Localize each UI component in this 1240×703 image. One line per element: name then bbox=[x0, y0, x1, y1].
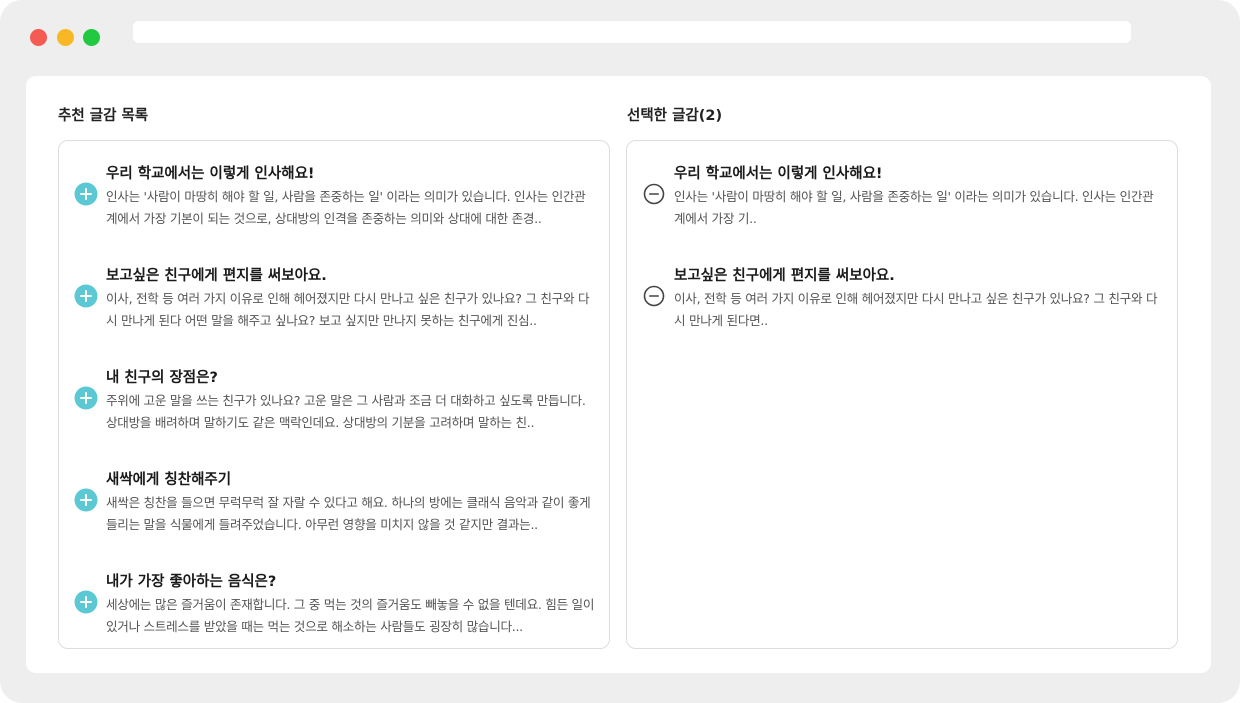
add-topic-button[interactable] bbox=[74, 284, 98, 308]
topic-description: 새싹은 칭찬을 들으면 무럭무럭 잘 자랄 수 있다고 해요. 하나의 방에는 … bbox=[106, 495, 591, 532]
topic-title: 보고싶은 친구에게 편지를 써보아요. bbox=[106, 268, 327, 284]
plus-circle-icon bbox=[74, 488, 98, 512]
add-topic-button[interactable] bbox=[74, 182, 98, 206]
add-topic-button[interactable] bbox=[74, 386, 98, 410]
topic-title: 우리 학교에서는 이렇게 인사해요! bbox=[106, 166, 315, 182]
recommended-topic-item: 새싹에게 칭찬해주기 새싹은 칭찬을 들으면 무럭무럭 잘 자랄 수 있다고 해… bbox=[59, 468, 609, 548]
plus-circle-icon bbox=[74, 386, 98, 410]
topic-title: 내 친구의 장점은? bbox=[106, 370, 218, 386]
plus-circle-icon bbox=[74, 590, 98, 614]
topic-description: 인사는 '사람이 마땅히 해야 할 일, 사람을 존중하는 일' 이라는 의미가… bbox=[674, 189, 1154, 226]
add-topic-button[interactable] bbox=[74, 590, 98, 614]
topic-description: 세상에는 많은 즐거움이 존재합니다. 그 중 먹는 것의 즐거움도 빼놓을 수… bbox=[106, 597, 595, 634]
recommended-topic-item: 보고싶은 친구에게 편지를 써보아요. 이사, 전학 등 여러 가지 이유로 인… bbox=[59, 264, 609, 344]
main-content: 추천 글감 목록 선택한 글감(2) 우리 학교에서는 이렇게 인사해요! 인사… bbox=[26, 76, 1211, 673]
topic-title: 내가 가장 좋아하는 음식은? bbox=[106, 574, 277, 590]
recommended-section-title: 추천 글감 목록 bbox=[58, 108, 149, 124]
address-bar[interactable] bbox=[133, 21, 1131, 43]
recommended-topic-item: 내 친구의 장점은? 주위에 고운 말을 쓰는 친구가 있나요? 고운 말은 그… bbox=[59, 366, 609, 446]
plus-circle-icon bbox=[74, 182, 98, 206]
minus-circle-icon bbox=[643, 285, 665, 307]
plus-circle-icon bbox=[74, 284, 98, 308]
topic-title: 보고싶은 친구에게 편지를 써보아요. bbox=[674, 268, 895, 284]
minus-circle-icon bbox=[643, 183, 665, 205]
recommended-topic-item: 우리 학교에서는 이렇게 인사해요! 인사는 '사람이 마땅히 해야 할 일, … bbox=[59, 162, 609, 242]
topic-title: 새싹에게 칭찬해주기 bbox=[106, 472, 232, 488]
remove-topic-button[interactable] bbox=[642, 284, 666, 308]
close-window-button[interactable] bbox=[30, 29, 47, 46]
browser-window: 추천 글감 목록 선택한 글감(2) 우리 학교에서는 이렇게 인사해요! 인사… bbox=[0, 0, 1240, 703]
topic-description: 주위에 고운 말을 쓰는 친구가 있나요? 고운 말은 그 사람과 조금 더 대… bbox=[106, 393, 586, 430]
topic-description: 인사는 '사람이 마땅히 해야 할 일, 사람을 존중하는 일' 이라는 의미가… bbox=[106, 189, 586, 226]
minimize-window-button[interactable] bbox=[57, 29, 74, 46]
selected-topic-list: 우리 학교에서는 이렇게 인사해요! 인사는 '사람이 마땅히 해야 할 일, … bbox=[626, 140, 1178, 649]
topic-title: 우리 학교에서는 이렇게 인사해요! bbox=[674, 166, 883, 182]
recommended-topic-list[interactable]: 우리 학교에서는 이렇게 인사해요! 인사는 '사람이 마땅히 해야 할 일, … bbox=[58, 140, 610, 649]
topic-description: 이사, 전학 등 여러 가지 이유로 인해 헤어졌지만 다시 만나고 싶은 친구… bbox=[674, 291, 1158, 328]
selected-section-title: 선택한 글감(2) bbox=[627, 108, 723, 124]
recommended-topic-item: 내가 가장 좋아하는 음식은? 세상에는 많은 즐거움이 존재합니다. 그 중 … bbox=[59, 570, 609, 648]
remove-topic-button[interactable] bbox=[642, 182, 666, 206]
maximize-window-button[interactable] bbox=[83, 29, 100, 46]
topic-description: 이사, 전학 등 여러 가지 이유로 인해 헤어졌지만 다시 만나고 싶은 친구… bbox=[106, 291, 590, 328]
add-topic-button[interactable] bbox=[74, 488, 98, 512]
selected-topic-item: 우리 학교에서는 이렇게 인사해요! 인사는 '사람이 마땅히 해야 할 일, … bbox=[627, 162, 1177, 242]
selected-topic-item: 보고싶은 친구에게 편지를 써보아요. 이사, 전학 등 여러 가지 이유로 인… bbox=[627, 264, 1177, 344]
